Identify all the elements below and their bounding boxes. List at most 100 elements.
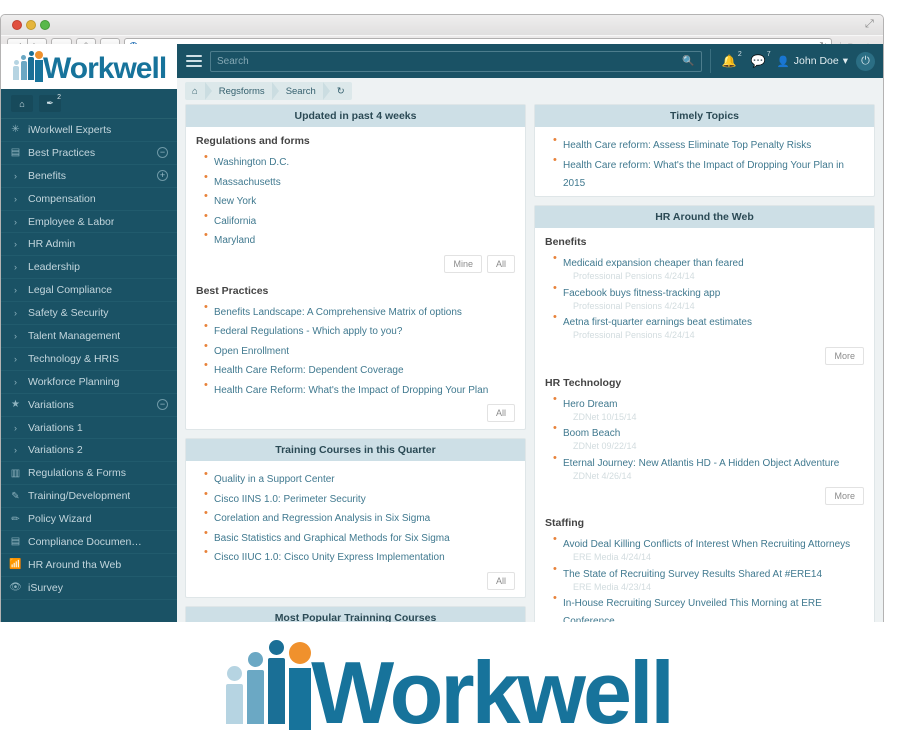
window-controls[interactable]: [12, 20, 50, 30]
sidebar-item-benefits[interactable]: › Benefits +: [1, 165, 177, 188]
content-link[interactable]: Boom Beach: [563, 428, 620, 439]
sidebar-item-variations[interactable]: ★ Variations −: [1, 394, 177, 417]
expand-toggle-icon[interactable]: +: [157, 170, 168, 182]
sidebar-item-icon: ★: [11, 399, 20, 411]
bookmark-glyph: ✒: [46, 98, 54, 108]
sidebar-item-label: HR Admin: [28, 238, 76, 251]
more-button[interactable]: More: [825, 346, 864, 365]
breadcrumb-separator: [322, 82, 330, 100]
sidebar-item-training-development[interactable]: ✎ Training/Development: [1, 485, 177, 509]
content-link[interactable]: Eternal Journey: New Atlantis HD - A Hid…: [563, 458, 839, 469]
search-icon[interactable]: 🔍: [682, 56, 694, 67]
breadcrumb-item-search[interactable]: Search: [279, 82, 323, 100]
mine-button[interactable]: Mine: [444, 254, 482, 273]
sidebar-item-compensation[interactable]: › Compensation: [1, 188, 177, 211]
fullscreen-icon[interactable]: ⤢: [865, 19, 875, 30]
content-link[interactable]: Health Care reform: Assess Eliminate Top…: [563, 140, 811, 151]
panel-section: Staffing Avoid Deal Killing Conflicts of …: [545, 517, 864, 622]
panel-title: Most Popular Trainning Courses: [186, 606, 525, 622]
content-link[interactable]: In-House Recruiting Surcey Unveiled This…: [563, 598, 822, 622]
collapse-toggle-icon[interactable]: −: [157, 399, 168, 411]
close-window-icon[interactable]: [12, 20, 22, 30]
search-input[interactable]: Search 🔍: [210, 50, 702, 72]
breadcrumb-home-icon[interactable]: ⌂: [185, 82, 205, 100]
sidebar-item-label: Benefits: [28, 169, 66, 182]
link-list: Benefits Landscape: A Comprehensive Matr…: [204, 301, 515, 398]
button-row: Mine All: [196, 250, 515, 276]
sidebar-item-best-practices[interactable]: ▤ Best Practices −: [1, 142, 177, 165]
content-link[interactable]: Facebook buys fitness-tracking app: [563, 288, 720, 299]
screenshot-root: ⤢ ◀ ▶ ☁ ⇪ + ↻ Reader: [0, 0, 898, 748]
notifications-bell-icon[interactable]: 🔔 2: [719, 51, 742, 68]
content-link[interactable]: Avoid Deal Killing Conflicts of Interest…: [563, 539, 850, 550]
content-link[interactable]: Benefits Landscape: A Comprehensive Matr…: [214, 307, 462, 318]
sidebar-item-employee-labor[interactable]: › Employee & Labor: [1, 211, 177, 234]
maximize-window-icon[interactable]: [40, 20, 50, 30]
content-link[interactable]: Health Care Reform: Dependent Coverage: [214, 365, 404, 376]
all-button[interactable]: All: [486, 404, 515, 422]
sidebar-item-isurvey[interactable]: 👁 iSurvey: [1, 577, 177, 600]
content-link[interactable]: California: [214, 216, 256, 227]
sidebar-item-workforce-planning[interactable]: › Workforce Planning: [1, 371, 177, 394]
sidebar-item-regulations-forms[interactable]: ▥ Regulations & Forms: [1, 462, 177, 486]
sidebar-item-safety-security[interactable]: › Safety & Security: [1, 302, 177, 326]
content-link[interactable]: Cisco IINS 1.0: Perimeter Security: [214, 494, 366, 505]
sidebar-item-policy-wizard[interactable]: ✏ Policy Wizard: [1, 508, 177, 532]
bookmark-icon[interactable]: ✒ 2: [39, 94, 61, 112]
sidebar-item-label: Compliance Documen…: [28, 535, 142, 548]
sidebar-item-leadership[interactable]: › Leadership: [1, 256, 177, 280]
list-item: Washington D.C.: [204, 151, 515, 170]
panel: Timely Topics Health Care reform: Assess …: [534, 104, 875, 197]
content-link[interactable]: Quality in a Support Center: [214, 474, 335, 485]
section-heading: Best Practices: [196, 284, 269, 297]
sidebar-item-hr-around-tha-web[interactable]: 📶 HR Around tha Web: [1, 554, 177, 577]
content-link[interactable]: Basic Statistics and Graphical Methods f…: [214, 533, 450, 544]
sidebar-item-variations-2[interactable]: › Variations 2: [1, 439, 177, 463]
sidebar-item-iworkwell-experts[interactable]: ✳ iWorkwell Experts: [1, 119, 177, 142]
content-link[interactable]: Cisco IIUC 1.0: Cisco Unity Express Impl…: [214, 552, 445, 563]
content-link[interactable]: The State of Recruiting Survey Results S…: [563, 569, 822, 580]
bell-glyph: 🔔: [721, 54, 737, 68]
iworkwell-logo-large-icon: Workwell: [226, 640, 675, 737]
messages-icon[interactable]: 💬 7: [748, 51, 771, 68]
sidebar-item-hr-admin[interactable]: › HR Admin: [1, 233, 177, 257]
sidebar-item-label: Legal Compliance: [28, 284, 113, 297]
content-link[interactable]: Open Enrollment: [214, 346, 289, 357]
sidebar-item-technology-hris[interactable]: › Technology & HRIS: [1, 348, 177, 371]
minimize-window-icon[interactable]: [26, 20, 36, 30]
all-button[interactable]: All: [486, 254, 515, 273]
link-source: Professional Pensions 4/24/14: [573, 330, 695, 340]
user-menu[interactable]: 👤 John Doe ▾: [777, 55, 848, 68]
content-link[interactable]: Health Care Reform: What's the Impact of…: [214, 385, 488, 396]
list-item: Massachusetts: [204, 171, 515, 190]
more-button[interactable]: More: [825, 487, 864, 505]
sidebar-logo[interactable]: Workwell: [1, 44, 177, 89]
hamburger-icon[interactable]: [185, 54, 202, 68]
list-item: Cisco IINS 1.0: Perimeter Security: [204, 488, 515, 507]
content-link[interactable]: Maryland: [214, 235, 255, 246]
sidebar-item-icon: ✳: [11, 124, 20, 136]
link-list: Avoid Deal Killing Conflicts of Interest…: [553, 533, 864, 622]
breadcrumb-refresh-icon[interactable]: ↻: [330, 82, 352, 100]
breadcrumb-item-regsforms[interactable]: Regsforms: [212, 82, 272, 100]
home-icon[interactable]: ⌂: [11, 95, 33, 112]
content-link[interactable]: Washington D.C.: [214, 157, 289, 168]
content-link[interactable]: Hero Dream: [563, 399, 617, 410]
sidebar-item-legal-compliance[interactable]: › Legal Compliance: [1, 279, 177, 303]
logo-wordmark: Workwell: [43, 52, 167, 85]
content-link[interactable]: Medicaid expansion cheaper than feared: [563, 258, 744, 269]
content-link[interactable]: Massachusetts: [214, 177, 281, 188]
content-link[interactable]: Federal Regulations - Which apply to you…: [214, 326, 402, 337]
sidebar-item-talent-management[interactable]: › Talent Management: [1, 325, 177, 348]
sidebar-item-compliance-documen[interactable]: ▤ Compliance Documen…: [1, 531, 177, 554]
all-button[interactable]: All: [486, 571, 515, 590]
collapse-toggle-icon[interactable]: −: [157, 147, 168, 159]
content-link[interactable]: Aetna first-quarter earnings beat estima…: [563, 317, 752, 328]
content-link[interactable]: New York: [214, 196, 256, 207]
content-link[interactable]: Health Care reform: What's the Impact of…: [563, 160, 844, 189]
content-link[interactable]: Corelation and Regression Analysis in Si…: [214, 513, 430, 524]
sidebar-item-label: Technology & HRIS: [28, 352, 120, 365]
logout-power-button[interactable]: ⏻: [856, 51, 875, 71]
sidebar-item-variations-1[interactable]: › Variations 1: [1, 417, 177, 440]
list-item: California: [204, 210, 515, 229]
